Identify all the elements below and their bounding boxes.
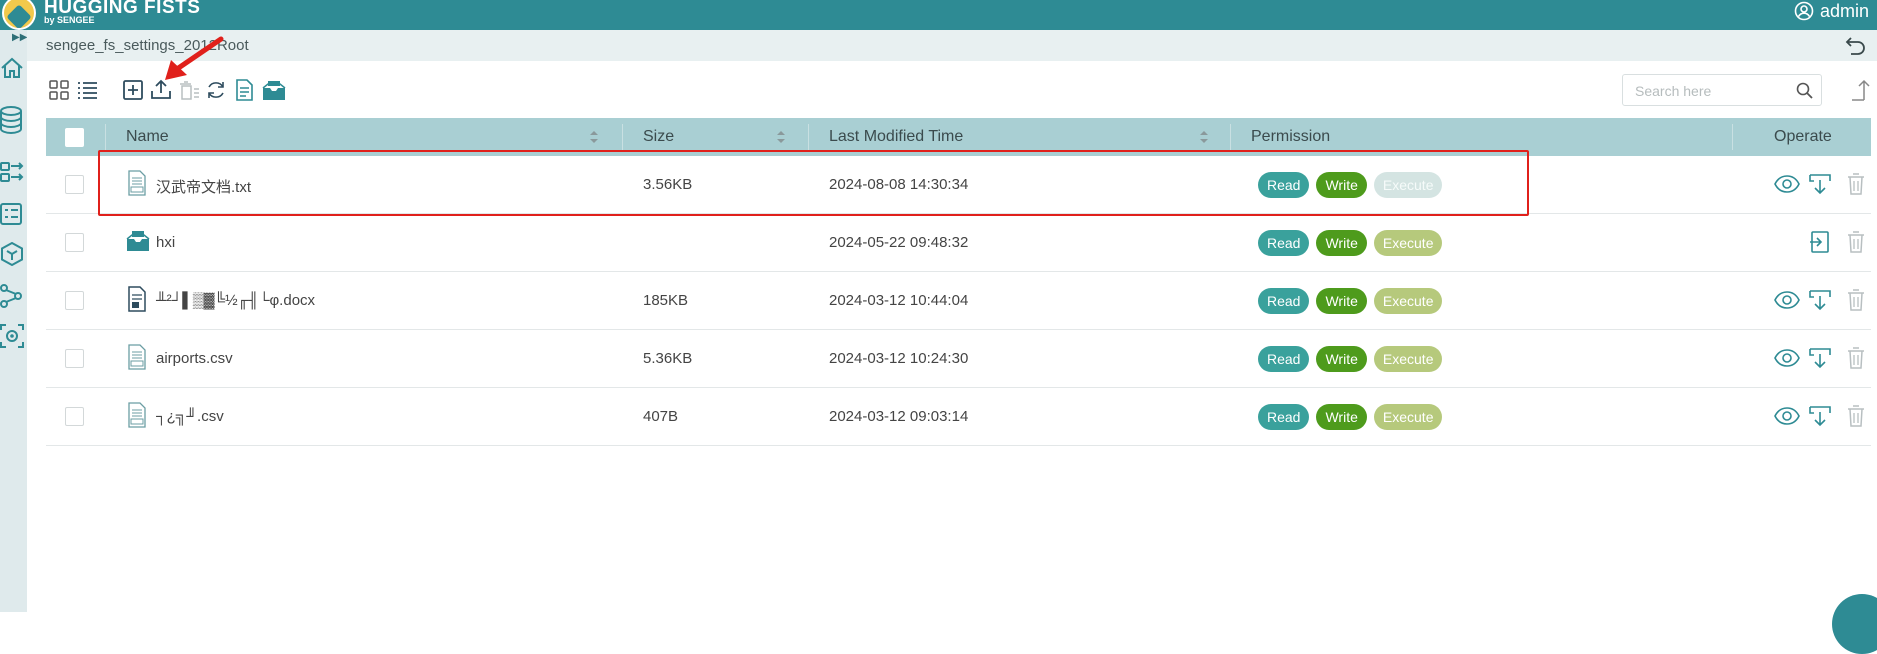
- highlight-box: [98, 150, 1529, 216]
- search-box: [1622, 74, 1822, 106]
- list-view-icon[interactable]: [76, 79, 98, 101]
- go-up-icon[interactable]: [1850, 78, 1872, 102]
- select-all-checkbox[interactable]: [65, 128, 84, 147]
- table-row[interactable]: ╨²┘▌▒▓╚½╓╢└φ.docx 185KB 2024-03-12 10:44:0…: [46, 272, 1871, 330]
- permission-badges: Read Write Execute: [1258, 346, 1443, 372]
- eye-icon[interactable]: [1774, 172, 1800, 196]
- eye-icon[interactable]: [1774, 346, 1800, 370]
- network-icon[interactable]: [0, 284, 24, 308]
- settings-scan-icon[interactable]: [0, 324, 24, 348]
- brand-subtitle: by SENGEE: [44, 15, 95, 25]
- delete-file-icon[interactable]: [1843, 346, 1869, 370]
- eye-icon[interactable]: [1774, 288, 1800, 312]
- file-size: 5.36KB: [643, 350, 693, 367]
- permission-badges: Read Write Execute: [1258, 404, 1443, 430]
- row-checkbox[interactable]: [65, 407, 84, 426]
- search-icon[interactable]: [1796, 82, 1813, 99]
- home-icon[interactable]: [0, 56, 24, 80]
- eye-icon[interactable]: [1774, 404, 1800, 428]
- enter-folder-icon[interactable]: [1807, 230, 1833, 254]
- back-icon[interactable]: [1845, 34, 1867, 56]
- file-size: 407B: [643, 408, 679, 425]
- cube-icon[interactable]: [0, 242, 24, 266]
- read-badge: Read: [1258, 346, 1310, 372]
- column-name[interactable]: Name: [126, 128, 169, 146]
- delete-file-icon[interactable]: [1843, 288, 1869, 312]
- file-size: 185KB: [643, 292, 689, 309]
- folder-icon: [126, 228, 150, 254]
- sort-size-icon[interactable]: [776, 129, 786, 145]
- sort-name-icon[interactable]: [589, 129, 599, 145]
- write-badge: Write: [1316, 230, 1367, 256]
- modified-time: 2024-05-22 09:48:32: [829, 234, 969, 251]
- table-row[interactable]: airports.csv 5.36KB 2024-03-12 10:24:30 Rea…: [46, 330, 1871, 388]
- red-arrow-annotation: [155, 36, 225, 88]
- table-row[interactable]: hxi 2024-05-22 09:48:32 Read Write Execute: [46, 214, 1871, 272]
- text-file-icon: [126, 402, 148, 428]
- sort-modified-icon[interactable]: [1199, 129, 1209, 145]
- write-badge: Write: [1316, 288, 1367, 314]
- execute-badge: Execute: [1373, 288, 1443, 314]
- write-badge: Write: [1316, 346, 1367, 372]
- float-action-button[interactable]: [1832, 594, 1877, 654]
- checklist-icon[interactable]: [0, 202, 24, 226]
- text-file-icon: [126, 344, 148, 370]
- grid-view-icon[interactable]: [48, 79, 70, 101]
- execute-badge: Execute: [1373, 404, 1443, 430]
- permission-badges: Read Write Execute: [1258, 288, 1443, 314]
- read-badge: Read: [1258, 404, 1310, 430]
- download-icon[interactable]: [1807, 288, 1833, 312]
- breadcrumb-bar: sengee_fs_settings_2012Root: [27, 30, 1877, 61]
- database-icon[interactable]: [0, 106, 24, 134]
- new-folder-button[interactable]: [122, 79, 144, 101]
- download-icon[interactable]: [1807, 346, 1833, 370]
- permission-badges: Read Write Execute: [1258, 230, 1443, 256]
- modified-time: 2024-03-12 09:03:14: [829, 408, 969, 425]
- row-checkbox[interactable]: [65, 175, 84, 194]
- top-header: HUGGING FISTS by SENGEE admin: [0, 0, 1877, 30]
- file-name-link[interactable]: airports.csv: [156, 350, 233, 367]
- transfer-icon[interactable]: [0, 160, 24, 184]
- file-name-link[interactable]: hxi: [156, 234, 175, 251]
- read-badge: Read: [1258, 288, 1310, 314]
- file-name-link[interactable]: ┐¿╗╜.csv: [156, 408, 224, 425]
- delete-file-icon[interactable]: [1843, 404, 1869, 428]
- write-badge: Write: [1316, 404, 1367, 430]
- column-modified[interactable]: Last Modified Time: [829, 128, 963, 146]
- download-icon[interactable]: [1807, 172, 1833, 196]
- expand-sidebar-icon[interactable]: ▶▶: [12, 32, 27, 43]
- column-size[interactable]: Size: [643, 128, 674, 146]
- user-menu[interactable]: admin: [1794, 0, 1869, 22]
- logo: [2, 0, 36, 30]
- delete-file-icon[interactable]: [1843, 230, 1869, 254]
- word-file-icon: [126, 286, 148, 312]
- row-checkbox[interactable]: [65, 233, 84, 252]
- row-checkbox[interactable]: [65, 349, 84, 368]
- file-name-link[interactable]: ╨²┘▌▒▓╚½╓╢└φ.docx: [156, 292, 315, 309]
- document-icon[interactable]: [233, 79, 255, 101]
- inbox-icon[interactable]: [262, 79, 286, 101]
- modified-time: 2024-03-12 10:44:04: [829, 292, 969, 309]
- read-badge: Read: [1258, 230, 1310, 256]
- sidebar: ▶▶: [0, 30, 27, 612]
- modified-time: 2024-03-12 10:24:30: [829, 350, 969, 367]
- search-input[interactable]: [1633, 80, 1797, 102]
- column-operate: Operate: [1774, 128, 1832, 145]
- column-permission: Permission: [1251, 128, 1331, 145]
- row-checkbox[interactable]: [65, 291, 84, 310]
- execute-badge: Execute: [1373, 346, 1443, 372]
- table-row[interactable]: ┐¿╗╜.csv 407B 2024-03-12 09:03:14 Read Write…: [46, 388, 1871, 446]
- execute-badge: Execute: [1373, 230, 1443, 256]
- delete-file-icon[interactable]: [1843, 172, 1869, 196]
- user-icon: [1794, 1, 1814, 21]
- download-icon[interactable]: [1807, 404, 1833, 428]
- username: admin: [1819, 0, 1869, 21]
